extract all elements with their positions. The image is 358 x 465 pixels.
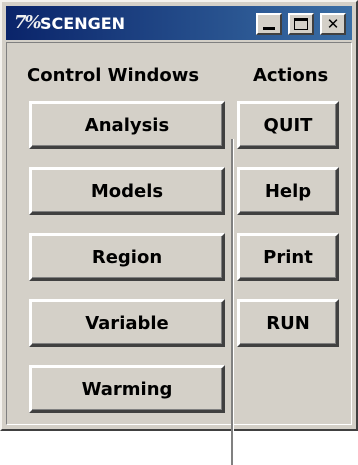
warming-button[interactable]: Warming [29,365,225,413]
client-area: Control Windows Actions Analysis Models … [6,42,352,465]
column-divider [231,139,233,465]
quit-button[interactable]: QUIT [237,101,339,149]
help-button[interactable]: Help [237,167,339,215]
models-button[interactable]: Models [29,167,225,215]
region-button[interactable]: Region [29,233,225,281]
close-icon: ✕ [326,15,340,33]
print-button[interactable]: Print [237,233,339,281]
scengen-window: 7% SCENGEN ✕ Control Windows Actions Ana… [0,0,358,465]
minimize-button[interactable] [256,13,282,35]
close-button[interactable]: ✕ [320,13,346,35]
control-windows-heading: Control Windows [27,65,200,86]
maximize-icon [294,18,308,30]
actions-heading: Actions [253,65,329,86]
app-logo-icon[interactable]: 7% [14,12,42,33]
title-bar[interactable]: 7% SCENGEN ✕ [6,6,352,40]
run-button[interactable]: RUN [237,299,339,347]
analysis-button[interactable]: Analysis [29,101,225,149]
minimize-icon [263,27,275,30]
maximize-button[interactable] [288,13,314,35]
variable-button[interactable]: Variable [29,299,225,347]
window-title: SCENGEN [40,14,126,33]
